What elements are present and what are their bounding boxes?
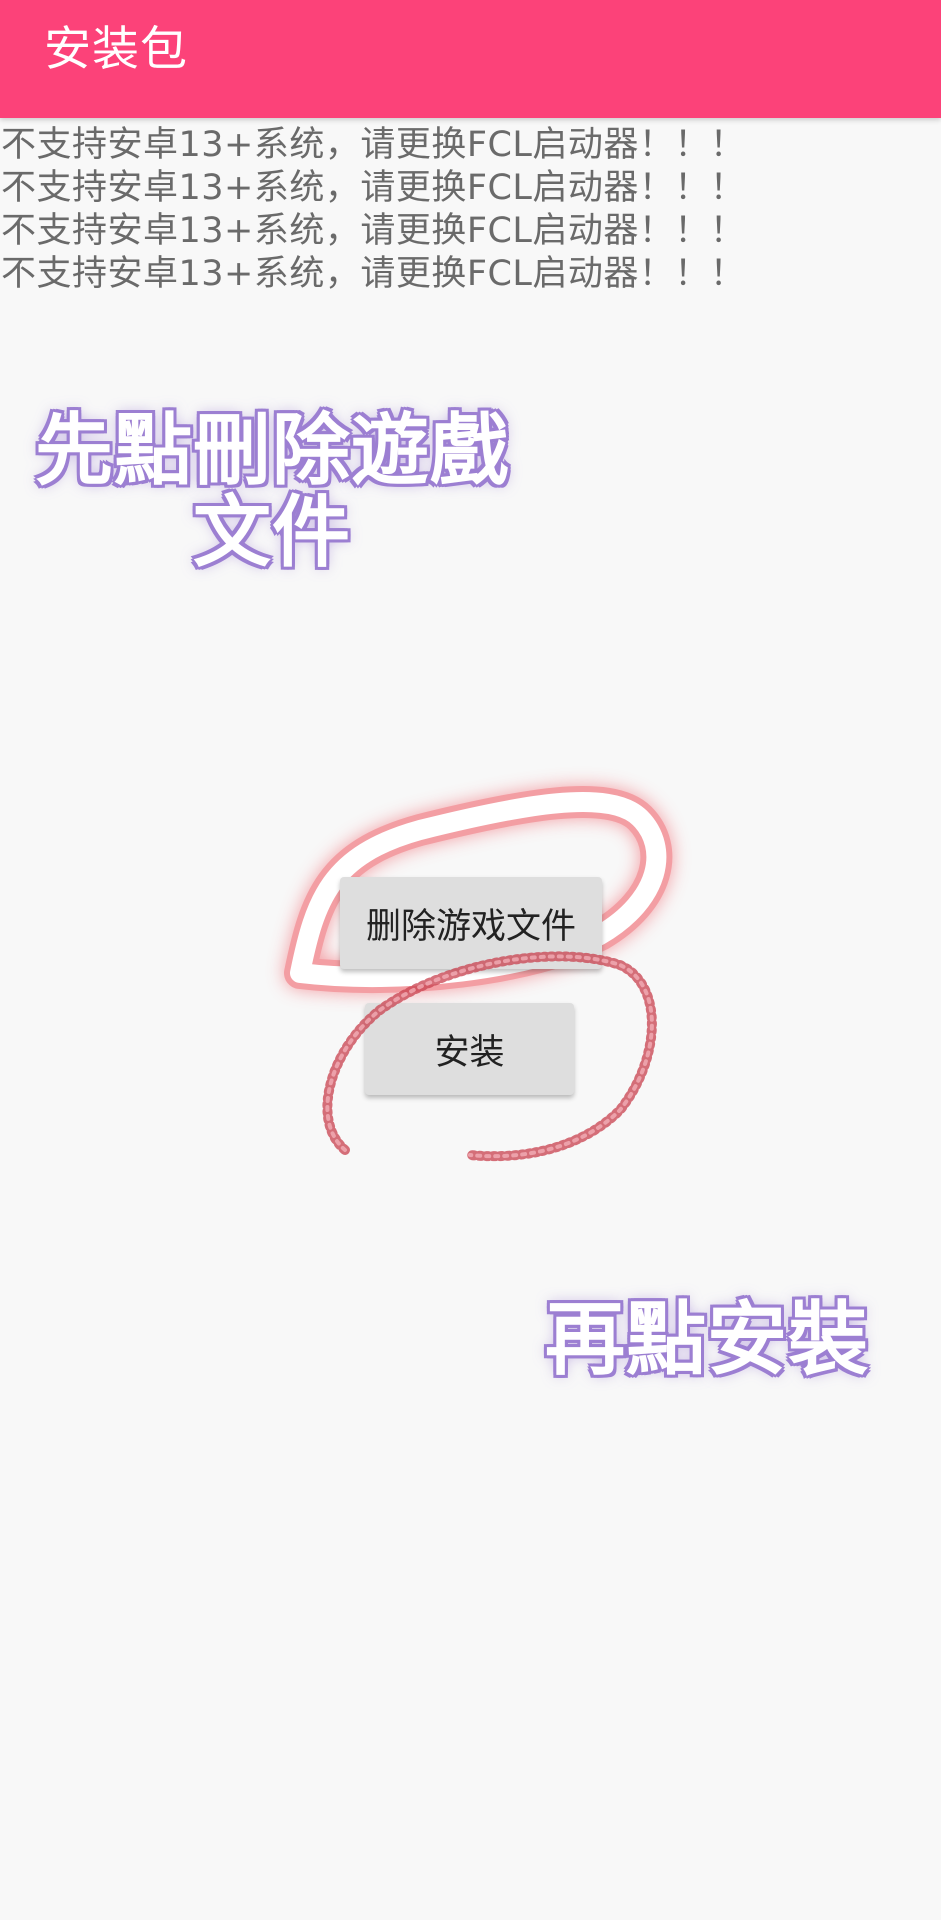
warning-text: 不支持安卓13+系统，请更换FCL启动器！！！ <box>1 125 746 165</box>
instruction-step-one: 先點刪除遊戲文件 <box>34 406 509 578</box>
warning-text: 不支持安卓13+系统，请更换FCL启动器！！！ <box>1 254 746 294</box>
app-title: 安装包 <box>44 22 188 77</box>
warning-text: 不支持安卓13+系统，请更换FCL启动器！！！ <box>1 168 746 208</box>
install-button[interactable]: 安装 <box>365 1003 574 1095</box>
warning-text: 不支持安卓13+系统，请更换FCL启动器！！！ <box>1 211 746 251</box>
warning-list: 不支持安卓13+系统，请更换FCL启动器！！！ 不支持安卓13+系统，请更换FC… <box>1 124 941 296</box>
app-bar: 安装包 <box>0 0 941 118</box>
delete-game-files-button[interactable]: 删除游戏文件 <box>340 877 602 969</box>
instruction-step-two: 再點安裝 <box>545 1293 869 1386</box>
